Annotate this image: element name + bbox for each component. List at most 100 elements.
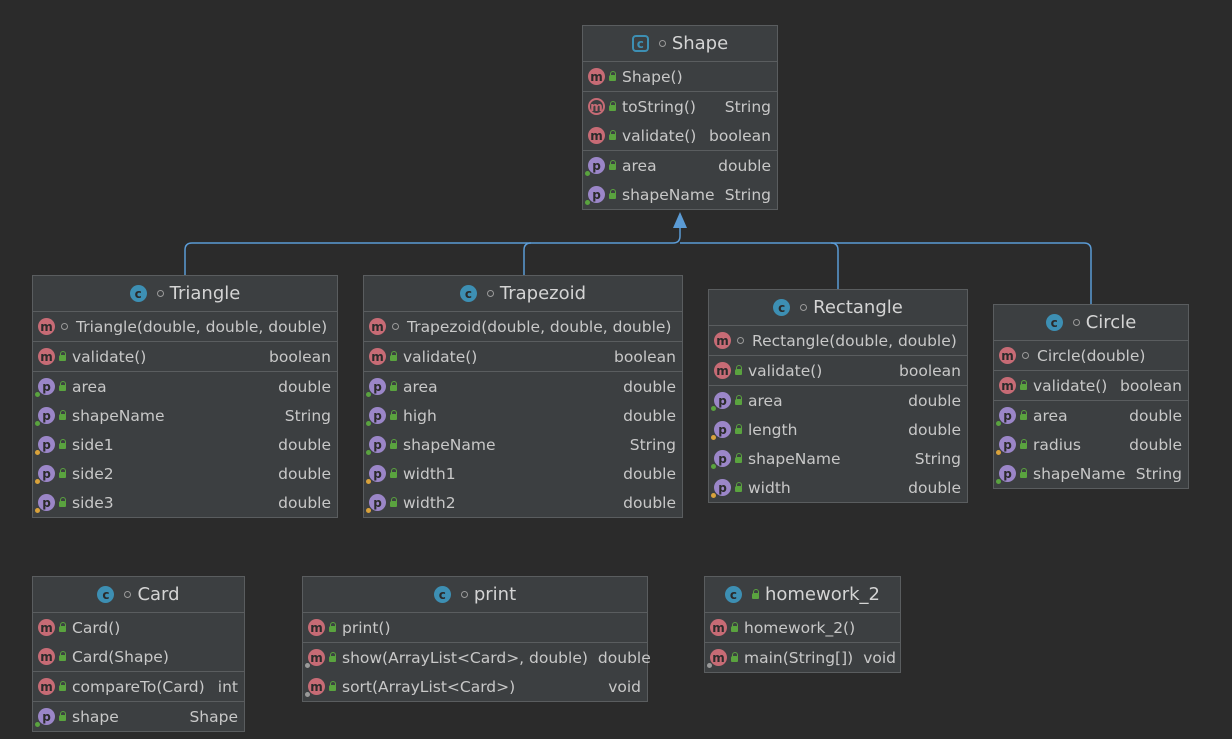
constructors-section: m Trapezoid(double, double, double) <box>364 312 682 342</box>
inheritance-arrowhead <box>673 212 687 228</box>
member-name: shape <box>72 707 119 726</box>
property-row[interactable]: p side2 double <box>33 459 337 488</box>
member-name: validate() <box>748 361 823 380</box>
class-card[interactable]: c Card m Card() m Card(Shape) m compareTo(Card)… <box>32 576 245 732</box>
method-row[interactable]: m compareTo(Card) int <box>33 672 244 701</box>
member-name: width <box>748 478 791 497</box>
property-row[interactable]: p width1 double <box>364 459 682 488</box>
property-row[interactable]: p shapeName String <box>709 444 967 473</box>
constructor-row[interactable]: m Card(Shape) <box>33 642 244 671</box>
property-row[interactable]: p width double <box>709 473 967 502</box>
class-icon: c <box>433 586 451 603</box>
property-row[interactable]: p side1 double <box>33 430 337 459</box>
constructor-row[interactable]: m homework_2() <box>705 613 900 642</box>
property-icon: p <box>711 479 731 498</box>
property-icon: p <box>711 392 731 411</box>
class-print[interactable]: c print m print() m show(ArrayList<Card>, dou… <box>302 576 651 702</box>
property-row[interactable]: p width2 double <box>364 488 682 517</box>
public-lock-icon <box>735 365 742 375</box>
class-header: c Card <box>33 577 244 613</box>
method-row[interactable]: m show(ArrayList<Card>, double) double <box>303 643 651 672</box>
method-icon: m <box>38 348 55 365</box>
public-lock-icon <box>390 351 397 361</box>
property-icon: p <box>585 186 605 205</box>
member-name: validate() <box>72 347 147 366</box>
property-row[interactable]: p shapeName String <box>994 459 1188 488</box>
member-type: String <box>284 406 331 425</box>
member-name: validate() <box>622 126 697 145</box>
constructor-row[interactable]: m Circle(double) <box>994 341 1188 370</box>
property-row[interactable]: p shapeName String <box>364 430 682 459</box>
static-marker-icon <box>305 692 310 697</box>
class-trapezoid[interactable]: c Trapezoid m Trapezoid(double, double, dou… <box>363 275 683 518</box>
member-type: String <box>629 435 676 454</box>
public-lock-icon <box>731 622 738 632</box>
property-row[interactable]: p high double <box>364 401 682 430</box>
public-lock-icon <box>59 439 66 449</box>
member-type: boolean <box>269 347 331 366</box>
class-name: Circle <box>1085 312 1137 333</box>
property-icon: p <box>35 436 55 455</box>
property-row[interactable]: p length double <box>709 415 967 444</box>
method-row[interactable]: m validate() boolean <box>33 342 337 371</box>
constructor-row[interactable]: m Shape() <box>583 62 777 91</box>
member-type: double <box>278 493 331 512</box>
method-row[interactable]: m validate() boolean <box>994 371 1188 400</box>
constructor-row[interactable]: m Card() <box>33 613 244 642</box>
method-row[interactable]: m toString() String <box>583 92 777 121</box>
method-row[interactable]: m validate() boolean <box>709 356 967 385</box>
property-icon: p <box>366 494 386 513</box>
member-name: area <box>1033 406 1068 425</box>
method-row[interactable]: m validate() boolean <box>364 342 682 371</box>
public-lock-icon <box>329 622 336 632</box>
property-row[interactable]: p area double <box>364 372 682 401</box>
public-lock-icon <box>751 589 759 599</box>
property-icon: p <box>35 378 55 397</box>
property-icon: p <box>35 407 55 426</box>
methods-section: m toString() String m validate() boolean <box>583 92 777 151</box>
method-icon: m <box>714 362 731 379</box>
property-row[interactable]: p shapeName String <box>583 180 777 209</box>
properties-section: p area double p high double p shapeName String p w… <box>364 372 682 517</box>
method-icon: m <box>369 318 386 335</box>
property-access-marker-icon <box>996 421 1001 426</box>
public-lock-icon <box>735 424 742 434</box>
public-lock-icon <box>731 652 738 662</box>
property-row[interactable]: p side3 double <box>33 488 337 517</box>
property-row[interactable]: p shape Shape <box>33 702 244 731</box>
constructor-row[interactable]: m Rectangle(double, double) <box>709 326 967 355</box>
class-header: c Circle <box>994 305 1188 341</box>
package-private-icon <box>156 290 164 297</box>
member-type: double <box>908 420 961 439</box>
member-name: area <box>72 377 107 396</box>
property-row[interactable]: p radius double <box>994 430 1188 459</box>
public-lock-icon <box>390 497 397 507</box>
property-row[interactable]: p area double <box>583 151 777 180</box>
public-lock-icon <box>59 681 66 691</box>
properties-section: p shape Shape <box>33 702 244 731</box>
constructor-row[interactable]: m Triangle(double, double, double) <box>33 312 337 341</box>
member-name: compareTo(Card) <box>72 677 205 696</box>
method-row[interactable]: m main(String[]) void <box>705 643 900 672</box>
method-icon: m <box>588 98 605 115</box>
class-homework[interactable]: c homework_2 m homework_2() m main(String[]) v… <box>704 576 901 673</box>
class-circle[interactable]: c Circle m Circle(double) m validate() boolean… <box>993 304 1189 489</box>
member-name: shapeName <box>622 185 715 204</box>
member-name: Card() <box>72 618 121 637</box>
public-lock-icon <box>609 101 616 111</box>
method-row[interactable]: m validate() boolean <box>583 121 777 150</box>
method-row[interactable]: m sort(ArrayList<Card>) void <box>303 672 647 701</box>
property-row[interactable]: p area double <box>709 386 967 415</box>
constructor-row[interactable]: m Trapezoid(double, double, double) <box>364 312 682 341</box>
class-rectangle[interactable]: c Rectangle m Rectangle(double, double) m val… <box>708 289 968 503</box>
methods-section: m validate() boolean <box>994 371 1188 401</box>
public-lock-icon <box>59 651 66 661</box>
class-shape[interactable]: c Shape m Shape() m toString() String m validate… <box>582 25 778 210</box>
constructors-section: m Rectangle(double, double) <box>709 326 967 356</box>
property-row[interactable]: p area double <box>994 401 1188 430</box>
constructor-row[interactable]: m print() <box>303 613 647 642</box>
member-name: validate() <box>403 347 478 366</box>
property-row[interactable]: p area double <box>33 372 337 401</box>
property-row[interactable]: p shapeName String <box>33 401 337 430</box>
class-triangle[interactable]: c Triangle m Triangle(double, double, doubl… <box>32 275 338 518</box>
